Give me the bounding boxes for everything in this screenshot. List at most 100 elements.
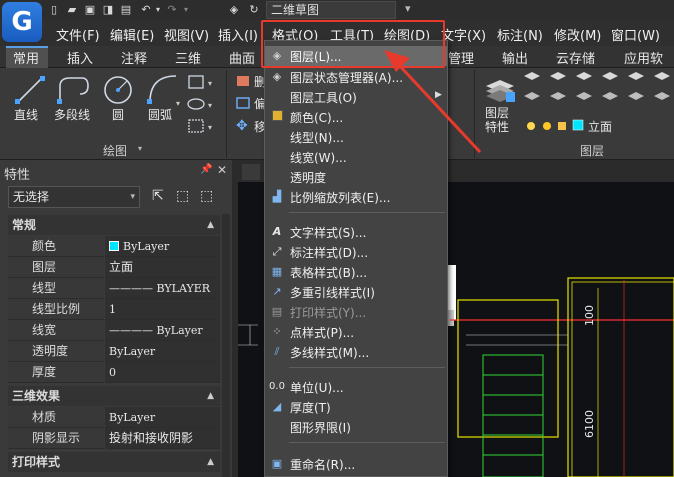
layer-lock-icon[interactable] <box>558 122 566 130</box>
layer-sun-icon[interactable] <box>543 122 551 130</box>
menu-window[interactable]: 窗口(W) <box>611 25 660 44</box>
rectangle-tool-icon[interactable] <box>188 75 204 89</box>
redo-dropdown-icon[interactable]: ▾ <box>180 3 192 16</box>
green-stair <box>482 354 544 477</box>
menu-item-print-style: ▤ 打印样式(Y)... <box>265 302 447 322</box>
hatch-dropdown-icon[interactable]: ▾ <box>208 123 212 132</box>
rect-dropdown-icon[interactable]: ▾ <box>208 79 212 88</box>
menu-item-units[interactable]: 0.0 单位(U)... <box>265 377 447 397</box>
prop-value[interactable]: ———— BYLAYER <box>105 278 220 299</box>
current-layer-select[interactable]: 立面 <box>588 118 612 135</box>
save-icon[interactable]: ▣ <box>84 3 96 16</box>
prop-value[interactable]: 0 <box>105 362 220 383</box>
undo-dropdown-icon[interactable]: ▾ <box>152 3 164 16</box>
redo-icon[interactable]: ↷ <box>166 3 178 16</box>
prop-row-layer[interactable]: 图层 立面 <box>8 257 220 278</box>
menu-file[interactable]: 文件(F) <box>56 25 100 44</box>
section-general[interactable]: 常规 ▲ <box>8 215 220 235</box>
menu-item-rename[interactable]: ▣ 重命名(R)... <box>265 454 447 474</box>
menu-modify[interactable]: 修改(M) <box>554 25 601 44</box>
undo-icon[interactable]: ↶ <box>140 3 152 16</box>
menu-insert[interactable]: 插入(I) <box>218 25 258 44</box>
new-file-icon[interactable]: ▯ <box>48 3 60 16</box>
circle-tool-icon[interactable] <box>104 76 132 104</box>
toggle-pickadd-icon[interactable]: ⇱ <box>152 188 164 204</box>
save-as-icon[interactable]: ◨ <box>102 3 114 16</box>
polyline-tool-label[interactable]: 多段线 <box>54 106 90 123</box>
prop-row-thickness[interactable]: 厚度 0 <box>8 362 220 383</box>
plot-icon[interactable]: ▤ <box>120 3 132 16</box>
ellipse-dropdown-icon[interactable]: ▾ <box>208 101 212 110</box>
circle-tool-label[interactable]: 圆 <box>112 106 124 123</box>
file-tab[interactable] <box>242 164 260 180</box>
menu-view[interactable]: 视图(V) <box>164 25 209 44</box>
arc-dropdown-icon[interactable]: ▾ <box>176 99 180 108</box>
menu-item-scale-list[interactable]: ▟ 比例缩放列表(E)... <box>265 187 447 207</box>
menu-item-table-style[interactable]: ▦ 表格样式(B)... <box>265 262 447 282</box>
prop-value[interactable]: 1 <box>105 299 220 320</box>
prop-row-transparency[interactable]: 透明度 ByLayer <box>8 341 220 362</box>
tab-3d[interactable]: 三维 <box>175 48 201 67</box>
prop-row-linetype-scale[interactable]: 线型比例 1 <box>8 299 220 320</box>
erase-icon[interactable] <box>237 76 249 86</box>
polyline-tool-icon[interactable] <box>57 77 89 104</box>
tab-surface[interactable]: 曲面 <box>229 48 255 67</box>
menu-item-dim-style[interactable]: ⤢ 标注样式(D)... <box>265 242 447 262</box>
tab-output[interactable]: 输出 <box>502 48 528 67</box>
tab-cloud[interactable]: 云存储 <box>556 48 595 67</box>
prop-value[interactable]: ByLayer <box>105 236 220 257</box>
select-objects-icon[interactable]: ⬚ <box>176 188 189 204</box>
open-folder-icon[interactable]: ▰ <box>66 3 78 16</box>
prop-value[interactable]: 投射和接收阴影 <box>105 428 220 449</box>
section-3d-effects[interactable]: 三维效果 ▲ <box>8 386 220 406</box>
layer-bulb-icon[interactable] <box>527 122 535 130</box>
help-icon[interactable]: ↻ <box>248 3 260 16</box>
menu-item-mleader-style[interactable]: ↗ 多重引线样式(I) <box>265 282 447 302</box>
line-tool-label[interactable]: 直线 <box>14 106 38 123</box>
menu-item-drawing-limits[interactable]: 图形界限(I) <box>265 417 447 437</box>
prop-value[interactable]: 立面 <box>105 257 220 278</box>
prop-row-lineweight[interactable]: 线宽 ———— ByLayer <box>8 320 220 341</box>
properties-scrollbar[interactable] <box>222 214 230 477</box>
line-tool-icon[interactable] <box>15 76 45 104</box>
tab-annotate[interactable]: 注释 <box>121 48 147 67</box>
prop-row-shadow[interactable]: 阴影显示 投射和接收阴影 <box>8 428 220 449</box>
offset-icon[interactable] <box>236 97 250 109</box>
app-logo[interactable]: G <box>2 2 42 42</box>
layer-properties-icon[interactable] <box>486 80 515 102</box>
draw-panel-expand-icon[interactable]: ▾ <box>138 144 142 153</box>
ellipse-tool-icon[interactable] <box>187 98 205 110</box>
menu-dimension[interactable]: 标注(N) <box>497 25 543 44</box>
move-icon[interactable]: ✥ <box>236 118 248 134</box>
workspace-dropdown-icon[interactable]: ▾ <box>405 2 411 15</box>
prop-value[interactable]: ByLayer <box>105 341 220 362</box>
layer-tools-grid-icon[interactable] <box>524 72 670 100</box>
section-print-style[interactable]: 打印样式 ▲ <box>8 452 220 472</box>
menu-item-thickness[interactable]: ◢ 厚度(T) <box>265 397 447 417</box>
menu-item-mline-style[interactable]: ⫽ 多线样式(M)... <box>265 342 447 362</box>
units-icon: 0.0 <box>269 381 285 392</box>
menu-item-transparency[interactable]: 透明度 <box>265 167 447 187</box>
quick-select-icon[interactable]: ⬚ <box>200 188 213 204</box>
color-swatch-icon <box>109 241 119 251</box>
layer-stack-icon[interactable]: ◈ <box>228 3 240 16</box>
tab-home[interactable]: 常用 <box>13 48 39 67</box>
close-icon[interactable]: ✕ <box>217 163 227 177</box>
pin-icon[interactable]: 📌 <box>200 164 212 175</box>
tab-insert[interactable]: 插入 <box>67 48 93 67</box>
arc-tool-icon[interactable] <box>147 75 177 104</box>
prop-name: 线型 <box>8 278 104 299</box>
chevron-down-icon: ▾ <box>130 192 135 202</box>
prop-value[interactable]: ———— ByLayer <box>105 320 220 341</box>
prop-row-material[interactable]: 材质 ByLayer <box>8 407 220 428</box>
arc-tool-label[interactable]: 圆弧 <box>148 106 172 123</box>
menu-item-point-style[interactable]: ⁘ 点样式(P)... <box>265 322 447 342</box>
prop-value[interactable]: ByLayer <box>105 407 220 428</box>
selection-dropdown[interactable]: 无选择 ▾ <box>8 186 140 208</box>
prop-row-color[interactable]: 颜色 ByLayer <box>8 236 220 257</box>
hatch-tool-icon[interactable] <box>188 119 204 133</box>
prop-row-linetype[interactable]: 线型 ———— BYLAYER <box>8 278 220 299</box>
menu-edit[interactable]: 编辑(E) <box>110 25 154 44</box>
menu-item-text-style[interactable]: A 文字样式(S)... <box>265 222 447 242</box>
workspace-select[interactable]: 二维草图 <box>266 1 396 19</box>
